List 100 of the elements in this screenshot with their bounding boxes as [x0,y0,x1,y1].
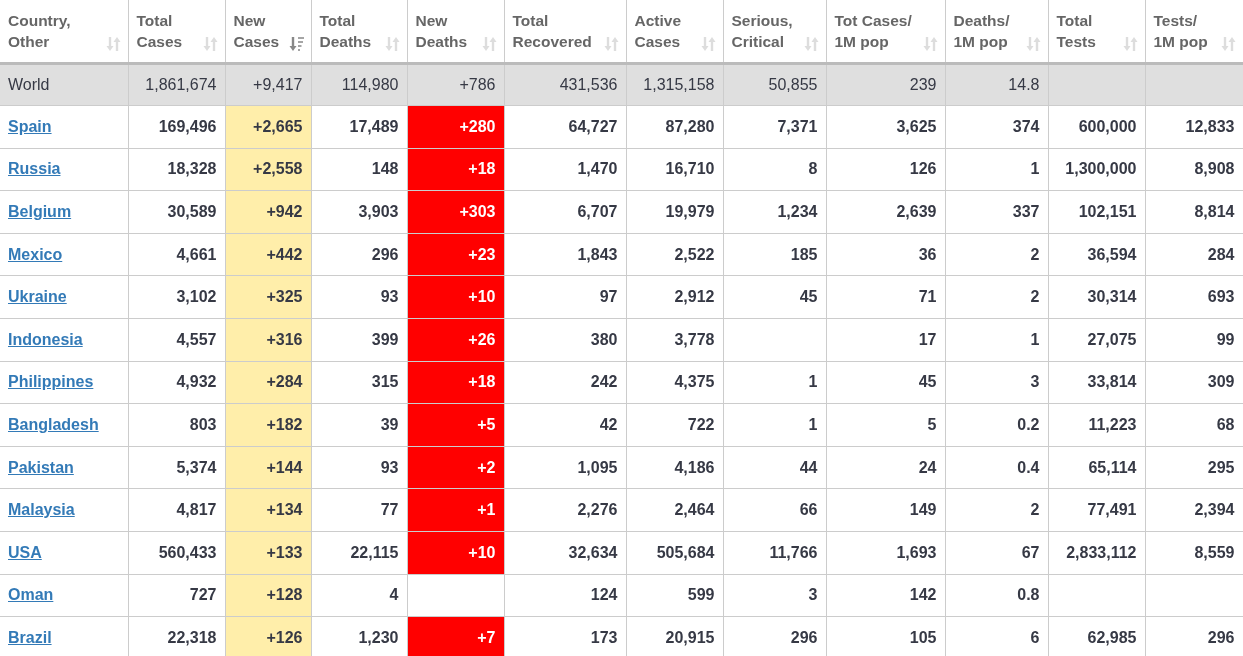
sort-icon[interactable] [922,35,939,52]
table-cell: 22,115 [311,531,407,575]
table-cell: 64,727 [504,105,626,149]
table-cell: 600,000 [1048,105,1145,149]
country-link[interactable]: USA [8,543,42,561]
table-cell: 4,375 [626,361,723,404]
table-cell: 399 [311,318,407,362]
table-cell: +182 [225,403,311,447]
table-cell: 3,102 [128,275,225,319]
table-cell: +316 [225,318,311,362]
table-cell: +325 [225,275,311,319]
sort-icon[interactable] [1122,35,1139,52]
table-cell: 93 [311,275,407,319]
table-cell: +10 [407,531,504,575]
table-cell: 19,979 [626,190,723,234]
table-cell: +1 [407,488,504,532]
total-cell: 14.8 [945,63,1048,106]
table-cell: 337 [945,190,1048,234]
total-cell: +9,417 [225,63,311,106]
table-cell: 380 [504,318,626,362]
sort-descending-icon[interactable] [288,35,305,52]
table-cell: +18 [407,148,504,191]
table-cell: +23 [407,233,504,276]
table-cell: 71 [826,275,945,319]
table-cell: 0.8 [945,574,1048,617]
table-cell: 3,903 [311,190,407,234]
table-cell: 67 [945,531,1048,575]
column-header[interactable]: Country, Other [8,9,71,52]
table-cell: 42 [504,403,626,447]
table-cell: 3,625 [826,105,945,149]
sort-icon[interactable] [803,35,820,52]
total-cell: 239 [826,63,945,106]
table-cell: 2,639 [826,190,945,234]
country-link[interactable]: Oman [8,586,54,604]
table-cell: 4,186 [626,446,723,489]
table-cell: +442 [225,233,311,276]
table-cell: 66 [723,488,826,532]
table-cell: 242 [504,361,626,404]
table-cell: 2,833,112 [1048,531,1145,575]
table-cell: 33,814 [1048,361,1145,404]
table-cell: 505,684 [626,531,723,575]
country-link[interactable]: Mexico [8,245,63,263]
table-cell: 6,707 [504,190,626,234]
table-cell: 39 [311,403,407,447]
table-cell: 4,932 [128,361,225,404]
table-cell: 169,496 [128,105,225,149]
total-cell: 1,861,674 [128,63,225,106]
table-cell: +2 [407,446,504,489]
table-cell: 2,522 [626,233,723,276]
table-cell: 126 [826,148,945,191]
table-cell: 1 [723,403,826,447]
table-cell: 1,693 [826,531,945,575]
country-link[interactable]: Spain [8,117,52,135]
sort-icon[interactable] [1025,35,1042,52]
table-cell: +2,558 [225,148,311,191]
table-cell: 1 [723,361,826,404]
country-link[interactable]: Brazil [8,629,52,646]
sort-icon[interactable] [481,35,498,52]
table-cell: 45 [826,361,945,404]
sort-icon[interactable] [105,35,122,52]
table-cell: 722 [626,403,723,447]
total-cell: +786 [407,63,504,106]
table-cell: 3 [945,361,1048,404]
table-cell: 65,114 [1048,446,1145,489]
table-cell: 97 [504,275,626,319]
sort-icon[interactable] [384,35,401,52]
table-cell: +26 [407,318,504,362]
table-cell: 27,075 [1048,318,1145,362]
table-cell: 16,710 [626,148,723,191]
table-cell: 3,778 [626,318,723,362]
table-cell: 4,817 [128,488,225,532]
table-cell: 102,151 [1048,190,1145,234]
table-cell: 30,314 [1048,275,1145,319]
table-cell: +128 [225,574,311,617]
table-cell: 5 [826,403,945,447]
total-cell: 431,536 [504,63,626,106]
table-cell: 5,374 [128,446,225,489]
table-cell: +303 [407,190,504,234]
table-cell: 3 [723,574,826,617]
table-cell: 185 [723,233,826,276]
table-cell: 18,328 [128,148,225,191]
table-cell: 4 [311,574,407,617]
table-cell: 374 [945,105,1048,149]
sort-icon[interactable] [603,35,620,52]
country-link[interactable]: Russia [8,160,61,178]
table-cell: 803 [128,403,225,447]
table-cell: 11,766 [723,531,826,575]
country-link[interactable]: Ukraine [8,288,67,306]
table-cell: 93 [311,446,407,489]
total-cell: World [0,63,128,106]
table-cell: 1,234 [723,190,826,234]
sort-icon[interactable] [700,35,717,52]
table-cell: 36,594 [1048,233,1145,276]
sort-icon[interactable] [1220,35,1237,52]
table-cell: 44 [723,446,826,489]
total-cell: 114,980 [311,63,407,106]
table-cell: 149 [826,488,945,532]
sort-icon[interactable] [202,35,219,52]
table-cell: 2 [945,488,1048,532]
table-cell: 45 [723,275,826,319]
